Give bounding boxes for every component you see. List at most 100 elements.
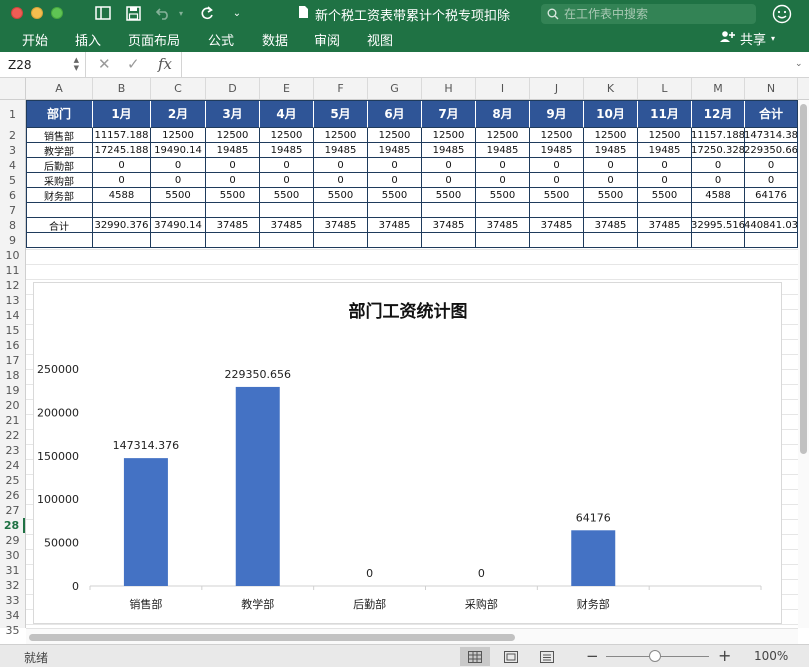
row-header-14[interactable]: 14 — [0, 308, 25, 323]
table-row-label-cell[interactable]: 采购部 — [26, 173, 93, 188]
row-header-29[interactable]: 29 — [0, 533, 25, 548]
row-header-11[interactable]: 11 — [0, 263, 25, 278]
tab-view[interactable]: 视图 — [367, 30, 393, 49]
table-cell[interactable] — [745, 233, 798, 248]
vertical-scroll-thumb[interactable] — [800, 104, 807, 454]
table-cell[interactable] — [260, 233, 314, 248]
table-cell[interactable]: 12500 — [368, 128, 422, 143]
table-cell[interactable]: 12500 — [638, 128, 692, 143]
table-cell[interactable]: 0 — [476, 173, 530, 188]
column-header-a[interactable]: A — [26, 78, 93, 99]
page-layout-view-button[interactable] — [496, 647, 526, 666]
table-cell[interactable]: 0 — [151, 173, 206, 188]
table-cell[interactable]: 17250.328 — [692, 143, 745, 158]
row-header-34[interactable]: 34 — [0, 608, 25, 623]
column-header-m[interactable]: M — [692, 78, 745, 99]
tab-formulas[interactable]: 公式 — [208, 30, 234, 49]
tab-insert[interactable]: 插入 — [75, 30, 101, 49]
tab-page-layout[interactable]: 页面布局 — [128, 30, 180, 49]
column-header-n[interactable]: N — [745, 78, 798, 99]
table-cell[interactable]: 12500 — [422, 128, 476, 143]
confirm-edit-icon[interactable]: ✓ — [127, 55, 140, 73]
horizontal-scrollbar[interactable] — [26, 628, 798, 644]
table-cell[interactable]: 0 — [530, 158, 584, 173]
table-cell[interactable]: 147314.38 — [745, 128, 798, 143]
table-cell[interactable]: 0 — [260, 158, 314, 173]
table-cell[interactable]: 0 — [260, 173, 314, 188]
column-header-i[interactable]: I — [476, 78, 530, 99]
normal-view-button[interactable] — [460, 647, 490, 666]
row-header-30[interactable]: 30 — [0, 548, 25, 563]
row-header-15[interactable]: 15 — [0, 323, 25, 338]
table-cell[interactable]: 19485 — [638, 143, 692, 158]
row-header-24[interactable]: 24 — [0, 458, 25, 473]
table-cell[interactable]: 37485 — [206, 218, 260, 233]
table-cell[interactable] — [314, 233, 368, 248]
row-header-35[interactable]: 35 — [0, 623, 25, 638]
table-cell[interactable]: 19490.14 — [151, 143, 206, 158]
row-header-31[interactable]: 31 — [0, 563, 25, 578]
table-cell[interactable]: 0 — [530, 173, 584, 188]
table-cell[interactable] — [745, 203, 798, 218]
row-header-5[interactable]: 5 — [0, 173, 25, 188]
table-cell[interactable] — [93, 203, 151, 218]
table-cell[interactable]: 0 — [584, 173, 638, 188]
table-cell[interactable]: 5500 — [422, 188, 476, 203]
table-header-cell[interactable]: 7月 — [422, 100, 476, 128]
name-box[interactable]: Z28 ▲ ▼ — [0, 52, 86, 77]
table-cell[interactable]: 19485 — [530, 143, 584, 158]
row-header-21[interactable]: 21 — [0, 413, 25, 428]
table-cell[interactable] — [530, 203, 584, 218]
select-all-corner[interactable] — [0, 78, 26, 99]
table-header-cell[interactable]: 8月 — [476, 100, 530, 128]
table-header-cell[interactable]: 1月 — [93, 100, 151, 128]
table-cell[interactable]: 12500 — [206, 128, 260, 143]
horizontal-scroll-thumb[interactable] — [29, 634, 515, 641]
table-cell[interactable]: 4588 — [692, 188, 745, 203]
table-cell[interactable]: 12500 — [314, 128, 368, 143]
row-header-9[interactable]: 9 — [0, 233, 25, 248]
table-cell[interactable]: 12500 — [530, 128, 584, 143]
table-cell[interactable] — [368, 203, 422, 218]
sidebar-toggle-icon[interactable] — [92, 3, 114, 23]
table-cell[interactable]: 37485 — [314, 218, 368, 233]
table-cell[interactable]: 37485 — [260, 218, 314, 233]
table-cell[interactable] — [422, 233, 476, 248]
redo-icon[interactable] — [196, 3, 218, 23]
table-cell[interactable] — [692, 233, 745, 248]
table-header-cell[interactable]: 12月 — [692, 100, 745, 128]
table-cell[interactable]: 12500 — [476, 128, 530, 143]
tab-review[interactable]: 审阅 — [314, 30, 340, 49]
table-cell[interactable]: 37485 — [530, 218, 584, 233]
table-cell[interactable]: 17245.188 — [93, 143, 151, 158]
table-cell[interactable]: 0 — [206, 173, 260, 188]
table-row-label-cell[interactable]: 教学部 — [26, 143, 93, 158]
row-header-16[interactable]: 16 — [0, 338, 25, 353]
table-cell[interactable]: 11157.188 — [93, 128, 151, 143]
zoom-slider-knob[interactable] — [649, 650, 661, 662]
table-cell[interactable]: 0 — [151, 158, 206, 173]
row-header-28[interactable]: 28 — [0, 518, 25, 533]
row-header-22[interactable]: 22 — [0, 428, 25, 443]
table-row-label-cell[interactable] — [26, 233, 93, 248]
row-header-8[interactable]: 8 — [0, 218, 25, 233]
column-header-l[interactable]: L — [638, 78, 692, 99]
row-header-2[interactable]: 2 — [0, 128, 25, 143]
table-cell[interactable] — [151, 233, 206, 248]
vertical-scrollbar[interactable] — [798, 100, 809, 628]
table-cell[interactable] — [530, 233, 584, 248]
table-cell[interactable]: 0 — [638, 173, 692, 188]
table-cell[interactable] — [476, 233, 530, 248]
table-header-cell[interactable]: 11月 — [638, 100, 692, 128]
table-cell[interactable]: 4588 — [93, 188, 151, 203]
table-header-cell[interactable]: 合计 — [745, 100, 798, 128]
row-header-13[interactable]: 13 — [0, 293, 25, 308]
table-cell[interactable] — [260, 203, 314, 218]
row-header-1[interactable]: 1 — [0, 100, 25, 128]
expand-formula-bar-icon[interactable]: ⌄ — [795, 59, 803, 69]
column-header-f[interactable]: F — [314, 78, 368, 99]
tab-home[interactable]: 开始 — [22, 30, 48, 49]
table-cell[interactable]: 37485 — [584, 218, 638, 233]
table-cell[interactable] — [584, 233, 638, 248]
column-header-g[interactable]: G — [368, 78, 422, 99]
